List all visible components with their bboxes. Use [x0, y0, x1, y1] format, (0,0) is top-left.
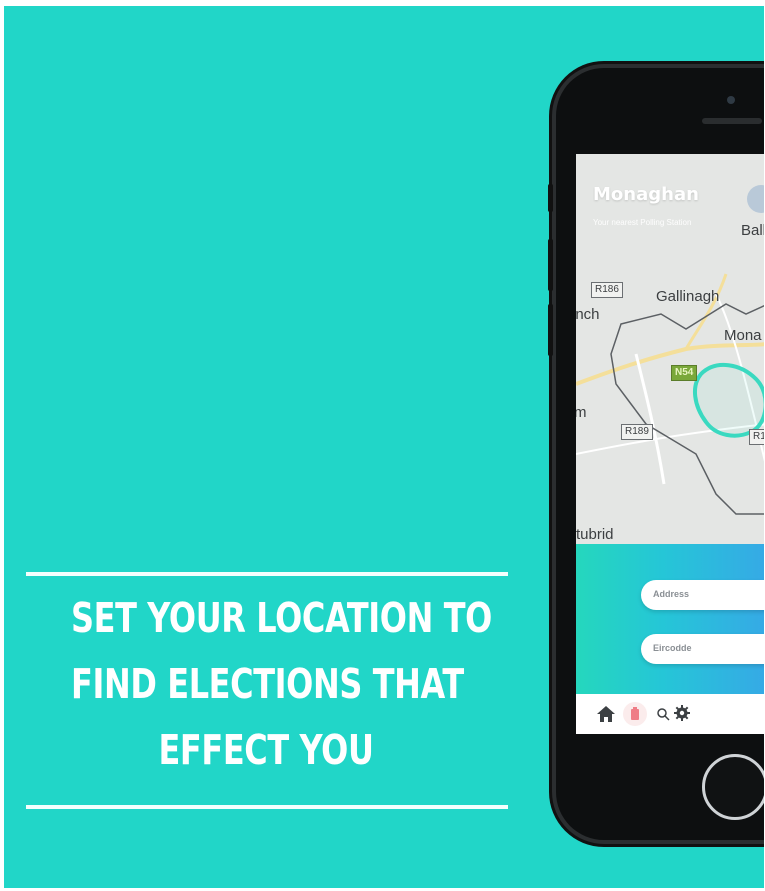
eircode-field[interactable]: Eircodde — [641, 634, 764, 664]
address-placeholder: Address — [653, 589, 690, 599]
map-graphics — [576, 185, 764, 515]
place-mona: Mona — [724, 327, 762, 344]
app-screen: Monaghan Your nearest Polling Station Ba… — [576, 154, 764, 734]
road-r189: R189 — [621, 424, 653, 440]
location-form: Address Eircodde — [576, 544, 764, 694]
map-view[interactable]: Monaghan Your nearest Polling Station Ba… — [576, 154, 764, 544]
caption-line-3: EFFECT YOU — [158, 726, 374, 774]
road-n54: N54 — [671, 365, 698, 381]
home-icon[interactable] — [596, 705, 616, 728]
phone-volume-down — [548, 304, 553, 356]
place-tubrid: tubrid — [576, 526, 614, 543]
search-icon[interactable] — [656, 707, 670, 726]
gear-icon[interactable] — [674, 705, 690, 726]
caption-line-1: SET YOUR LOCATION TO — [71, 594, 492, 642]
caption-bottom-rule — [26, 805, 508, 809]
map-subtitle: Your nearest Polling Station — [593, 218, 692, 227]
eircode-placeholder: Eircodde — [653, 643, 692, 653]
phone-volume-up — [548, 239, 553, 291]
phone-mute-switch — [548, 184, 553, 212]
place-gallinagh: Gallinagh — [656, 288, 720, 305]
phone-home-button[interactable] — [702, 754, 764, 820]
road-r186: R186 — [591, 282, 623, 298]
phone-earpiece — [702, 118, 762, 124]
map-title: Monaghan — [593, 184, 699, 205]
caption-line-2: FIND ELECTIONS THAT — [71, 660, 464, 708]
promo-background: SET YOUR LOCATION TO FIND ELECTIONS THAT… — [4, 6, 764, 888]
tab-bar — [576, 694, 764, 734]
ballot-icon[interactable] — [622, 701, 648, 732]
place-inch: inch — [576, 306, 600, 323]
promo-caption: SET YOUR LOCATION TO FIND ELECTIONS THAT… — [71, 585, 492, 783]
place-m: m — [576, 404, 587, 421]
front-camera — [727, 96, 735, 104]
place-bally: Bally — [741, 222, 764, 239]
address-field[interactable]: Address — [641, 580, 764, 610]
caption-top-rule — [26, 572, 508, 576]
road-r1: R1 — [749, 429, 764, 445]
